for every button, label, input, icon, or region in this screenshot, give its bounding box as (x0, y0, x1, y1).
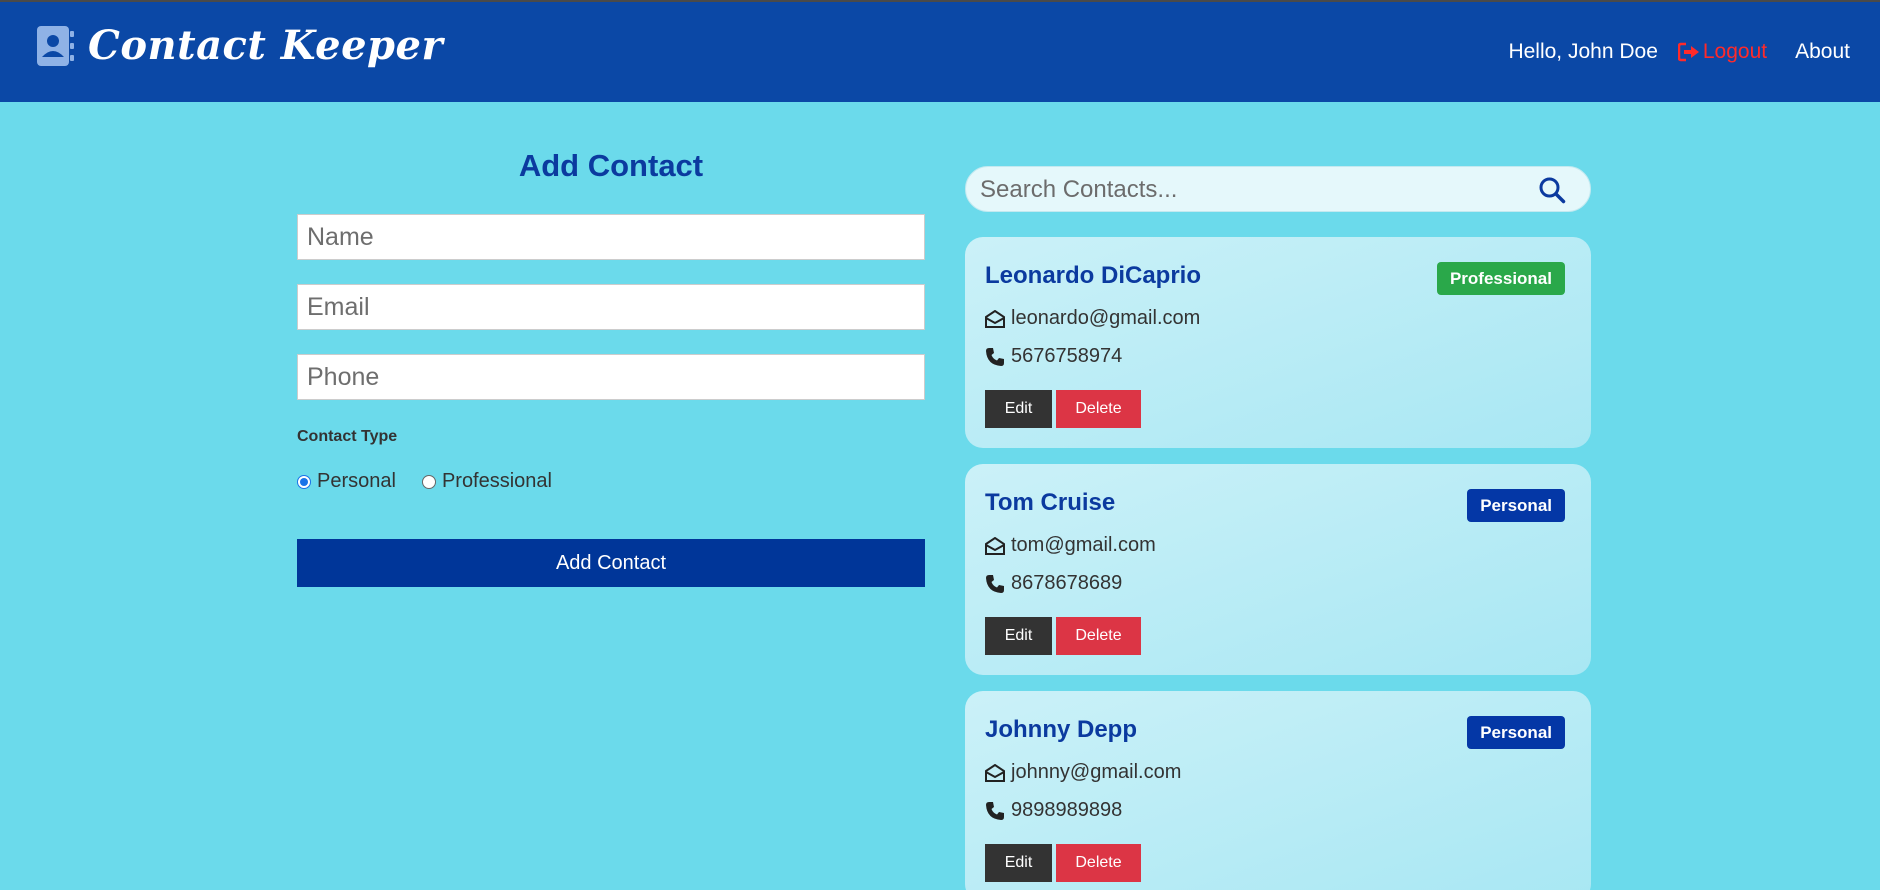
envelope-open-icon (985, 536, 1005, 555)
address-book-icon (36, 25, 76, 67)
contact-phone: 9898989898 (985, 799, 1122, 822)
contact-card: Leonardo DiCaprio Professional leonardo@… (965, 237, 1591, 448)
brand[interactable]: Contact Keeper (36, 22, 443, 69)
contact-type-badge: Professional (1436, 262, 1565, 295)
edit-button[interactable]: Edit (985, 844, 1052, 882)
contact-email: tom@gmail.com (985, 534, 1156, 557)
about-link[interactable]: About (1795, 40, 1850, 64)
logout-link[interactable]: Logout (1677, 40, 1768, 64)
personal-radio-label: Personal (317, 470, 396, 492)
app-title: Contact Keeper (88, 22, 444, 69)
contact-name: Tom Cruise (985, 489, 1116, 516)
search-input[interactable] (980, 175, 1520, 205)
contact-type-badge: Personal (1467, 716, 1565, 749)
contact-email: johnny@gmail.com (985, 761, 1181, 784)
sign-out-icon (1677, 42, 1699, 62)
contact-phone: 5676758974 (985, 345, 1122, 368)
phone-icon (986, 574, 1004, 593)
contact-phone: 8678678689 (985, 572, 1122, 595)
contact-name: Johnny Depp (985, 716, 1138, 743)
edit-button[interactable]: Edit (985, 617, 1052, 655)
search-icon[interactable] (1538, 176, 1566, 209)
name-input[interactable] (297, 214, 925, 260)
envelope-open-icon (985, 309, 1005, 328)
contact-type-badge: Personal (1467, 489, 1565, 522)
contact-email: leonardo@gmail.com (985, 307, 1200, 330)
contact-phone-text: 5676758974 (1011, 345, 1123, 367)
contact-phone-text: 8678678689 (1011, 572, 1123, 594)
contact-type-label: Contact Type (297, 428, 398, 445)
nav-links: Hello, John Doe Logout About (1508, 40, 1850, 64)
add-contact-form: Add Contact Contact Type Personal Profes… (297, 148, 925, 587)
contact-email-text: johnny@gmail.com (1011, 761, 1182, 783)
add-contact-button[interactable]: Add Contact (297, 539, 925, 587)
edit-button[interactable]: Edit (985, 390, 1052, 428)
contact-card: Johnny Depp Personal johnny@gmail.com 98… (965, 691, 1591, 890)
contact-name: Leonardo DiCaprio (985, 262, 1202, 289)
phone-icon (986, 347, 1004, 366)
personal-radio[interactable] (297, 474, 311, 489)
delete-button[interactable]: Delete (1056, 390, 1141, 428)
delete-button[interactable]: Delete (1056, 844, 1141, 882)
contact-type-options: Personal Professional (297, 470, 552, 493)
contact-phone-text: 9898989898 (1011, 799, 1123, 821)
phone-input[interactable] (297, 354, 925, 400)
navbar: Contact Keeper Hello, John Doe Logout Ab… (0, 2, 1880, 102)
contact-email-text: tom@gmail.com (1011, 534, 1156, 556)
delete-button[interactable]: Delete (1056, 617, 1141, 655)
professional-radio[interactable] (421, 474, 436, 489)
professional-radio-label: Professional (441, 470, 552, 492)
search-bar (965, 166, 1591, 212)
phone-icon (986, 801, 1004, 820)
envelope-open-icon (985, 763, 1005, 782)
form-title: Add Contact (518, 148, 704, 183)
email-input[interactable] (297, 284, 925, 330)
user-greeting: Hello, John Doe (1508, 40, 1658, 63)
logout-label: Logout (1702, 40, 1768, 63)
contact-email-text: leonardo@gmail.com (1011, 307, 1201, 329)
contact-card: Tom Cruise Personal tom@gmail.com 867867… (965, 464, 1591, 675)
